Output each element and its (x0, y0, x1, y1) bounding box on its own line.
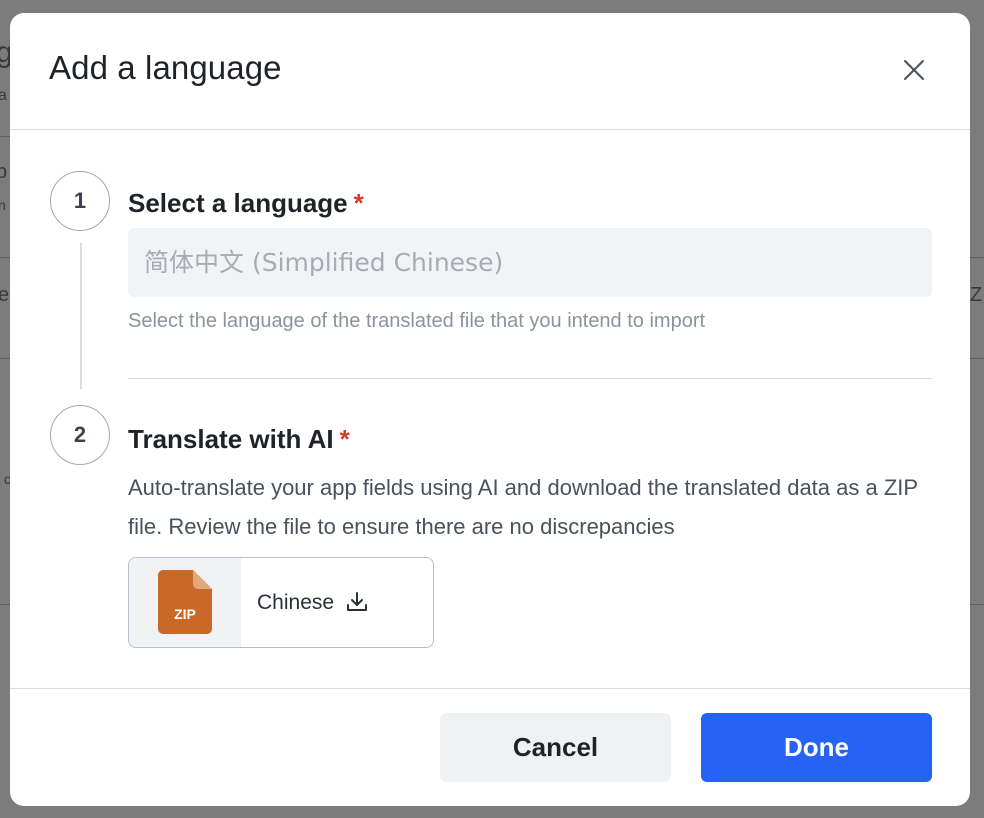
language-helper-text: Select the language of the translated fi… (128, 310, 706, 332)
file-thumbnail: ZIP (129, 558, 241, 647)
step-1-title: Select a language * (128, 188, 364, 219)
modal-backdrop: g a p n e Z c Add a language 1 Select a … (0, 0, 984, 818)
dialog-title: Add a language (49, 49, 282, 86)
step-1-number: 1 (73, 188, 87, 213)
step-1-title-text: Select a language (128, 188, 348, 218)
required-marker: * (353, 188, 364, 218)
done-button[interactable]: Done (701, 713, 932, 782)
cancel-button[interactable]: Cancel (440, 713, 671, 782)
download-icon[interactable] (345, 590, 369, 614)
close-icon (904, 60, 924, 80)
step-connector-line (80, 243, 82, 389)
step-divider (128, 378, 932, 379)
step-2-title: Translate with AI * (128, 424, 350, 455)
zip-download-card[interactable]: ZIP Chinese (128, 557, 434, 648)
language-select-input[interactable] (128, 228, 932, 297)
step-2-indicator: 2 (50, 405, 110, 465)
dialog-header: Add a language (10, 13, 970, 130)
step-2-title-text: Translate with AI (128, 424, 334, 454)
step-2-number: 2 (73, 422, 87, 447)
required-marker: * (339, 424, 350, 454)
step-1-indicator: 1 (50, 171, 110, 231)
translate-description: Auto-translate your app fields using AI … (128, 475, 918, 539)
zip-type-label: ZIP (174, 606, 196, 622)
dialog-footer: Cancel Done (10, 688, 970, 806)
close-button[interactable] (894, 50, 934, 90)
file-name: Chinese (257, 591, 335, 614)
zip-file-icon: ZIP (158, 570, 212, 634)
add-language-dialog: Add a language 1 Select a language* Sele… (10, 13, 970, 806)
